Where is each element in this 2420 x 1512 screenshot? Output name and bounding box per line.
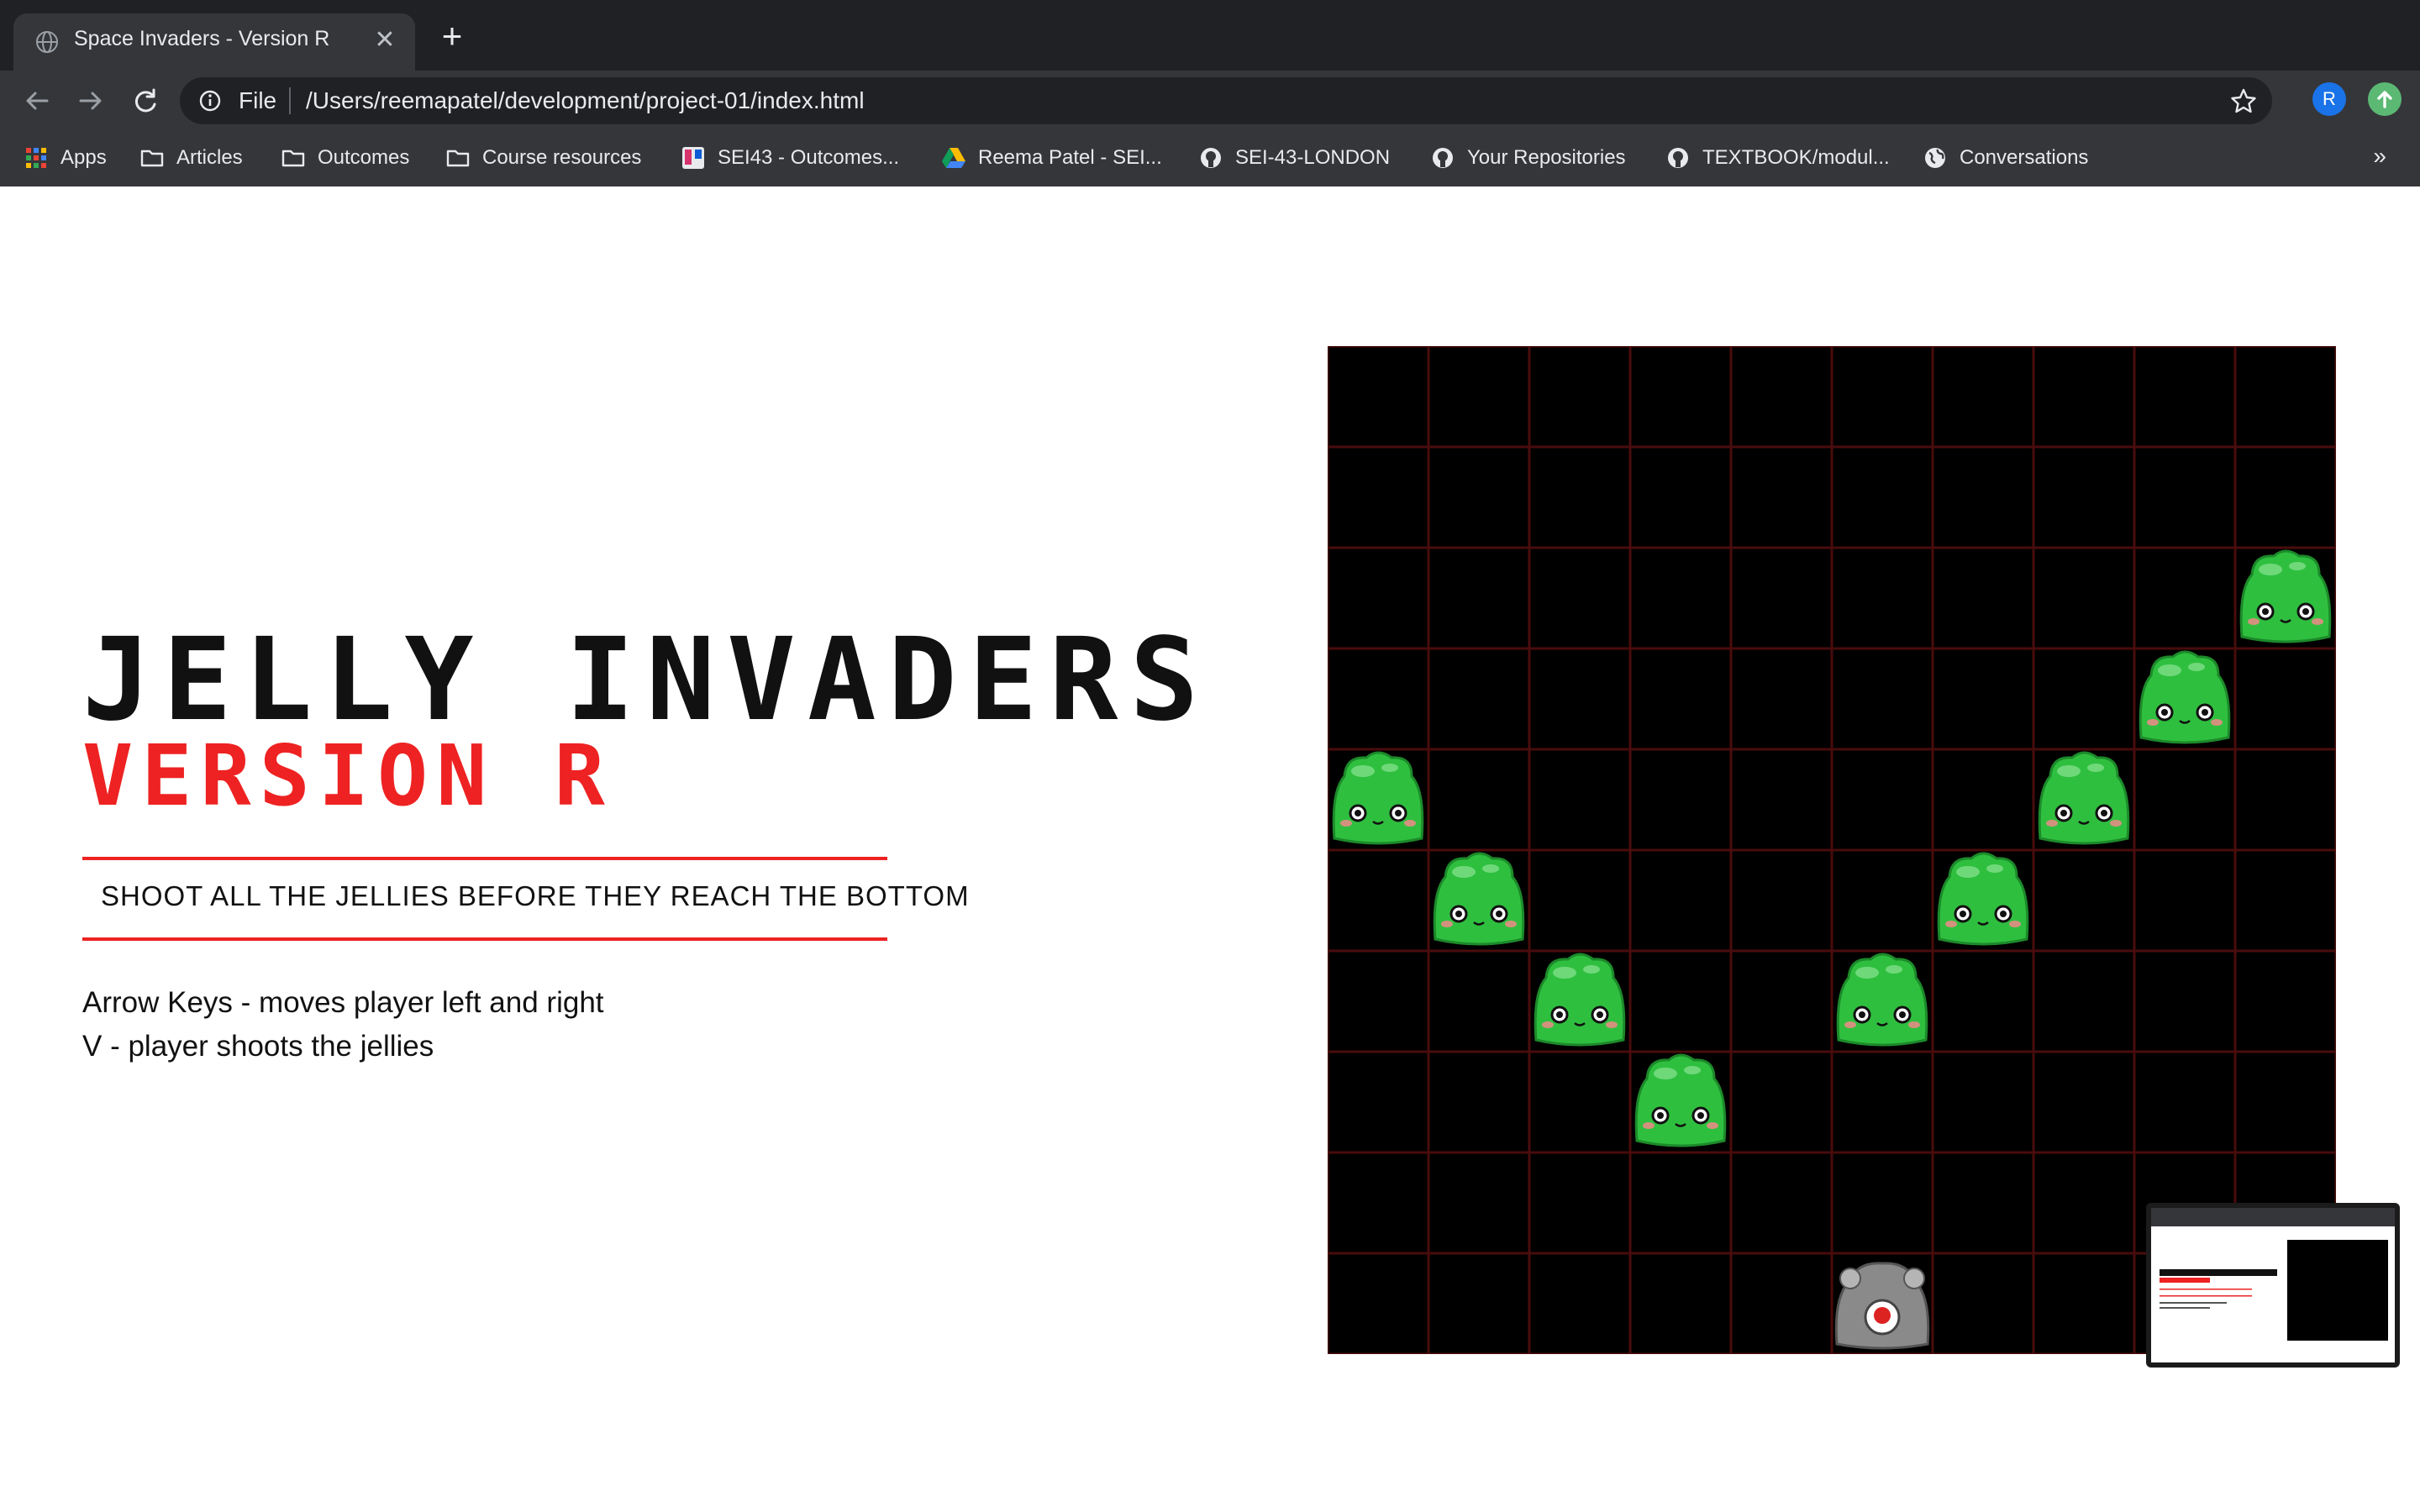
bookmark-label: Articles: [176, 146, 243, 169]
folder-icon: [446, 150, 470, 167]
bookmark-sei-43-london[interactable]: SEI-43-LONDON: [1198, 141, 1390, 175]
forward-button[interactable]: [72, 82, 109, 119]
bookmark-textbook[interactable]: TEXTBOOK/modul...: [1665, 141, 1890, 175]
url-text[interactable]: /Users/reemapatel/development/project-01…: [306, 87, 865, 114]
jelly-invader: [2239, 549, 2332, 643]
tab-title: Space Invaders - Version R: [74, 27, 330, 50]
folder-icon: [140, 150, 164, 167]
bookmark-outcomes[interactable]: Outcomes: [281, 141, 409, 175]
bookmark-apps[interactable]: Apps: [24, 141, 107, 175]
jelly-invader: [1433, 852, 1525, 946]
bookmark-conversations[interactable]: Conversations: [1923, 141, 2088, 175]
page-content: JELLY INVADERS VERSION R SHOOT ALL THE J…: [0, 186, 2420, 1512]
bookmark-star-icon[interactable]: [2228, 86, 2259, 116]
new-tab-button[interactable]: +: [435, 18, 469, 54]
jelly-invader: [2038, 751, 2130, 845]
bookmarks-bar: Apps Articles Outcomes Course resources …: [0, 131, 2420, 186]
bookmark-label: SEI-43-LONDON: [1235, 146, 1391, 169]
screenshot-thumbnail[interactable]: [2146, 1203, 2400, 1368]
globe-icon: [1925, 148, 1945, 168]
bookmark-label: SEI43 - Outcomes...: [718, 146, 900, 169]
bookmark-articles[interactable]: Articles: [139, 141, 243, 175]
jelly-invader: [2139, 650, 2231, 744]
toolbar: File /Users/reemapatel/development/proje…: [0, 71, 2420, 131]
address-bar[interactable]: File /Users/reemapatel/development/proje…: [180, 77, 2272, 124]
bookmark-reema-patel[interactable]: Reema Patel - SEI...: [941, 141, 1162, 175]
update-button[interactable]: [2368, 82, 2402, 116]
info-icon[interactable]: [198, 89, 222, 113]
bookmark-label: Conversations: [1960, 146, 2089, 169]
google-drive-icon: [942, 148, 965, 168]
github-icon: [1433, 148, 1453, 168]
divider-top: [82, 857, 887, 860]
url-separator: [289, 87, 291, 114]
bookmark-label: Apps: [60, 146, 107, 169]
bookmark-label: Outcomes: [318, 146, 410, 169]
folder-icon: [281, 150, 305, 167]
profile-avatar[interactable]: R: [2312, 82, 2346, 116]
bookmark-label: Reema Patel - SEI...: [978, 146, 1162, 169]
tab-active[interactable]: Space Invaders - Version R ✕: [13, 13, 415, 71]
close-icon[interactable]: ✕: [370, 25, 400, 55]
trello-icon: [682, 147, 704, 169]
bookmark-label: TEXTBOOK/modul...: [1702, 146, 1890, 169]
reload-button[interactable]: [126, 82, 163, 119]
game-title: JELLY INVADERS: [82, 614, 1211, 747]
tab-strip: Space Invaders - Version R ✕ +: [0, 0, 2420, 71]
instruction-move: Arrow Keys - moves player left and right: [82, 986, 604, 1019]
divider-bottom: [82, 937, 887, 941]
back-arrow-icon: [26, 92, 49, 110]
forward-arrow-icon: [79, 92, 102, 110]
instruction-shoot: V - player shoots the jellies: [82, 1030, 434, 1063]
globe-icon: [36, 31, 58, 53]
bookmark-label: Your Repositories: [1467, 146, 1626, 169]
jelly-invader: [1634, 1053, 1727, 1147]
jelly-invader: [1937, 852, 2029, 946]
tagline: SHOOT ALL THE JELLIES BEFORE THEY REACH …: [101, 880, 970, 911]
jelly-invader: [1534, 953, 1626, 1047]
jelly-invader: [1332, 751, 1424, 845]
back-button[interactable]: [18, 82, 55, 119]
browser-chrome: Space Invaders - Version R ✕ + File /Use…: [0, 0, 2420, 186]
bookmarks-overflow-button[interactable]: »: [2373, 143, 2386, 170]
bookmark-course-resources[interactable]: Course resources: [445, 141, 641, 175]
thumbnail-preview-image: [2151, 1208, 2395, 1341]
reload-icon: [134, 88, 156, 113]
thumbnail-preview: [2151, 1208, 2395, 1362]
apps-grid-icon: [26, 148, 46, 168]
game-subtitle: VERSION R: [82, 727, 613, 825]
bookmark-your-repositories[interactable]: Your Repositories: [1430, 141, 1626, 175]
update-arrow-icon: [2377, 91, 2392, 108]
bookmark-sei43-outcomes[interactable]: SEI43 - Outcomes...: [681, 141, 899, 175]
url-scheme: File: [239, 87, 277, 113]
bookmark-label: Course resources: [482, 146, 642, 169]
github-icon: [1201, 148, 1221, 168]
player-ship: [1834, 1262, 1930, 1350]
github-icon: [1668, 148, 1688, 168]
jelly-invader: [1836, 953, 1928, 1047]
